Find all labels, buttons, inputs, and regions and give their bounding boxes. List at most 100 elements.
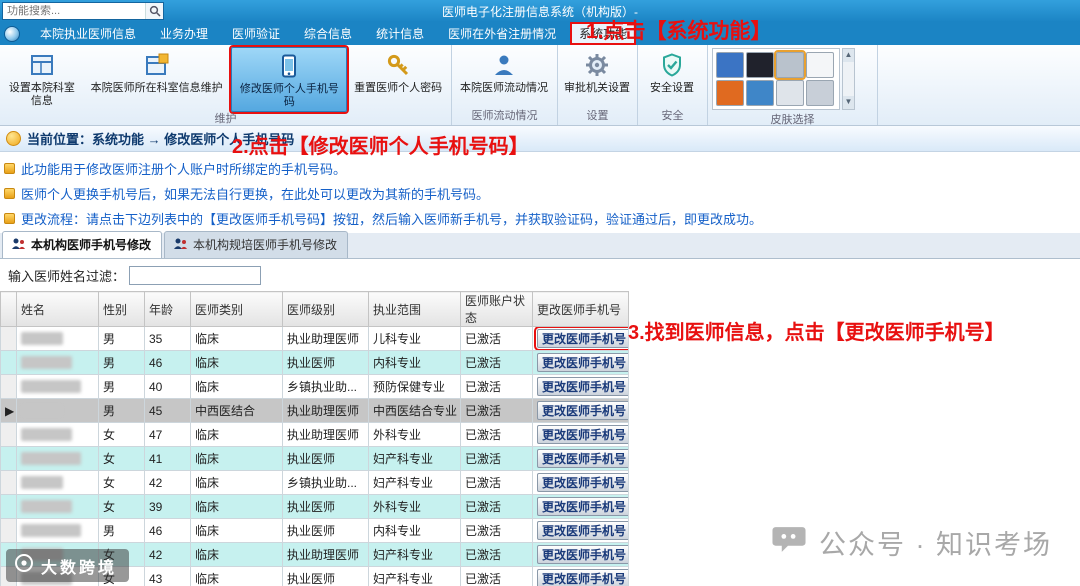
cell-status: 已激活: [460, 494, 533, 519]
table-row[interactable]: 女 47 临床 执业助理医师 外科专业 已激活 更改医师手机号: [0, 422, 629, 447]
change-phone-button[interactable]: 更改医师手机号: [537, 521, 628, 540]
column-header-name[interactable]: 姓名: [16, 291, 99, 327]
doctor-name-redacted: [16, 326, 99, 351]
cell-change-phone: 更改医师手机号: [532, 518, 629, 543]
change-phone-button[interactable]: 更改医师手机号: [537, 377, 628, 396]
modify-phone-button[interactable]: 修改医师个人手机号码: [229, 44, 350, 115]
app-logo-icon[interactable]: [4, 25, 20, 42]
cell-status: 已激活: [460, 518, 533, 543]
cell-age: 46: [144, 350, 191, 375]
table-row[interactable]: 女 41 临床 执业医师 妇产科专业 已激活 更改医师手机号: [0, 446, 629, 471]
cell-category: 临床: [190, 566, 283, 586]
cell-age: 35: [144, 326, 191, 351]
reset-password-button[interactable]: 重置医师个人密码: [347, 47, 449, 112]
cell-status: 已激活: [460, 470, 533, 495]
info-text: 此功能用于修改医师注册个人账户时所绑定的手机号码。: [21, 162, 347, 177]
table-row[interactable]: 男 35 临床 执业助理医师 儿科专业 已激活 更改医师手机号: [0, 326, 629, 351]
cell-change-phone: 更改医师手机号: [532, 422, 629, 447]
cell-gender: 男: [98, 398, 145, 423]
table-row[interactable]: 男 40 临床 乡镇执业助... 预防保健专业 已激活 更改医师手机号: [0, 374, 629, 399]
menu-item-out-province[interactable]: 医师在外省注册情况: [436, 22, 568, 45]
doctor-flow-button[interactable]: 本院医师流动情况: [454, 47, 554, 109]
approval-settings-button[interactable]: 审批机关设置: [560, 47, 634, 109]
skin-swatch[interactable]: [746, 52, 774, 78]
change-phone-button[interactable]: 更改医师手机号: [537, 449, 628, 468]
set-department-button[interactable]: 设置本院科室信息: [2, 47, 82, 112]
search-icon[interactable]: [145, 3, 163, 19]
filter-row: 输入医师姓名过滤：: [0, 259, 1080, 291]
change-phone-button[interactable]: 更改医师手机号: [537, 569, 628, 586]
menu-item-practicing-doctors[interactable]: 本院执业医师信息: [28, 22, 148, 45]
skin-scrollbar[interactable]: ▲ ▼: [842, 48, 855, 110]
scroll-up-icon[interactable]: ▲: [843, 49, 854, 62]
info-line: 此功能用于修改医师注册个人账户时所绑定的手机号码。: [4, 156, 1080, 181]
table-row[interactable]: 男 46 临床 执业医师 内科专业 已激活 更改医师手机号: [0, 518, 629, 543]
cell-category: 临床: [190, 494, 283, 519]
info-line: 医师个人更换手机号后，如果无法自行更换，在此处可以更改为其新的手机号码。: [4, 181, 1080, 206]
menu-item-info[interactable]: 综合信息: [292, 22, 364, 45]
ribbon-group-label: 设置: [586, 110, 609, 122]
skin-swatch[interactable]: [774, 50, 806, 80]
change-phone-button[interactable]: 更改医师手机号: [537, 497, 628, 516]
column-header-change-phone[interactable]: 更改医师手机号: [532, 291, 629, 327]
change-phone-button[interactable]: 更改医师手机号: [537, 401, 628, 420]
change-phone-button[interactable]: 更改医师手机号: [537, 353, 628, 372]
column-header-status[interactable]: 医师账户状态: [460, 291, 533, 327]
cell-gender: 男: [98, 518, 145, 543]
cell-scope: 妇产科专业: [368, 470, 461, 495]
ribbon-group-security: 安全设置 安全: [638, 45, 708, 125]
doctor-name-filter-input[interactable]: [129, 265, 262, 285]
hint-icon: [6, 131, 21, 146]
scroll-track[interactable]: [843, 62, 854, 96]
row-indicator: [0, 446, 17, 471]
table-row[interactable]: 男 46 临床 执业医师 内科专业 已激活 更改医师手机号: [0, 350, 629, 375]
cell-status: 已激活: [460, 326, 533, 351]
tab-local-doctor-phone[interactable]: 本机构医师手机号修改: [2, 231, 163, 258]
cell-change-phone: 更改医师手机号: [532, 446, 629, 471]
skin-swatch-grid: [712, 48, 840, 110]
table-row[interactable]: 女 39 临床 执业医师 外科专业 已激活 更改医师手机号: [0, 494, 629, 519]
skin-swatch[interactable]: [746, 80, 774, 106]
doctor-person-icon: [491, 50, 517, 80]
menu-item-system-functions[interactable]: 系统功能: [570, 22, 637, 45]
column-header-scope[interactable]: 执业范围: [368, 291, 461, 327]
skin-swatch[interactable]: [806, 80, 834, 106]
skin-swatch[interactable]: [806, 52, 834, 78]
tab-trainee-doctor-phone[interactable]: 本机构规培医师手机号修改: [164, 231, 349, 258]
table-row[interactable]: ▶ 男 45 中西医结合 执业助理医师 中西医结合专业 已激活 更改医师手机号: [0, 398, 629, 423]
search-input[interactable]: [3, 5, 145, 17]
function-search-box[interactable]: [2, 2, 164, 20]
cell-level: 执业助理医师: [282, 398, 369, 423]
scroll-down-icon[interactable]: ▼: [843, 96, 854, 109]
tab-label: 本机构医师手机号修改: [31, 238, 152, 252]
doctor-department-maintain-button[interactable]: 本院医师所在科室信息维护: [82, 47, 232, 112]
security-settings-button[interactable]: 安全设置: [640, 47, 704, 109]
column-header-level[interactable]: 医师级别: [282, 291, 369, 327]
cell-scope: 预防保健专业: [368, 374, 461, 399]
change-phone-button[interactable]: 更改医师手机号: [537, 473, 628, 492]
cell-status: 已激活: [460, 350, 533, 375]
cell-level: 执业助理医师: [282, 326, 369, 351]
skin-swatch[interactable]: [716, 80, 744, 106]
menu-item-verify[interactable]: 医师验证: [220, 22, 292, 45]
menu-item-stats[interactable]: 统计信息: [364, 22, 436, 45]
column-header-category[interactable]: 医师类别: [190, 291, 283, 327]
table-row[interactable]: 女 42 临床 乡镇执业助... 妇产科专业 已激活 更改医师手机号: [0, 470, 629, 495]
column-header-gender[interactable]: 性别: [98, 291, 145, 327]
change-phone-button[interactable]: 更改医师手机号: [537, 545, 628, 564]
menu-item-business[interactable]: 业务办理: [148, 22, 220, 45]
column-header-age[interactable]: 年龄: [144, 291, 191, 327]
cell-scope: 中西医结合专业: [368, 398, 461, 423]
row-indicator: [0, 494, 17, 519]
skin-swatch[interactable]: [776, 80, 804, 106]
change-phone-button[interactable]: 更改医师手机号: [534, 327, 628, 350]
cell-gender: 男: [98, 326, 145, 351]
skin-swatch[interactable]: [716, 52, 744, 78]
row-indicator: [0, 518, 17, 543]
doctor-name-redacted: [16, 494, 99, 519]
change-phone-button[interactable]: 更改医师手机号: [537, 425, 628, 444]
doctor-name-redacted: [16, 422, 99, 447]
watermark-left-text: 大数跨境: [41, 559, 118, 577]
department-grid-icon: [29, 50, 55, 80]
shield-icon: [659, 50, 685, 80]
